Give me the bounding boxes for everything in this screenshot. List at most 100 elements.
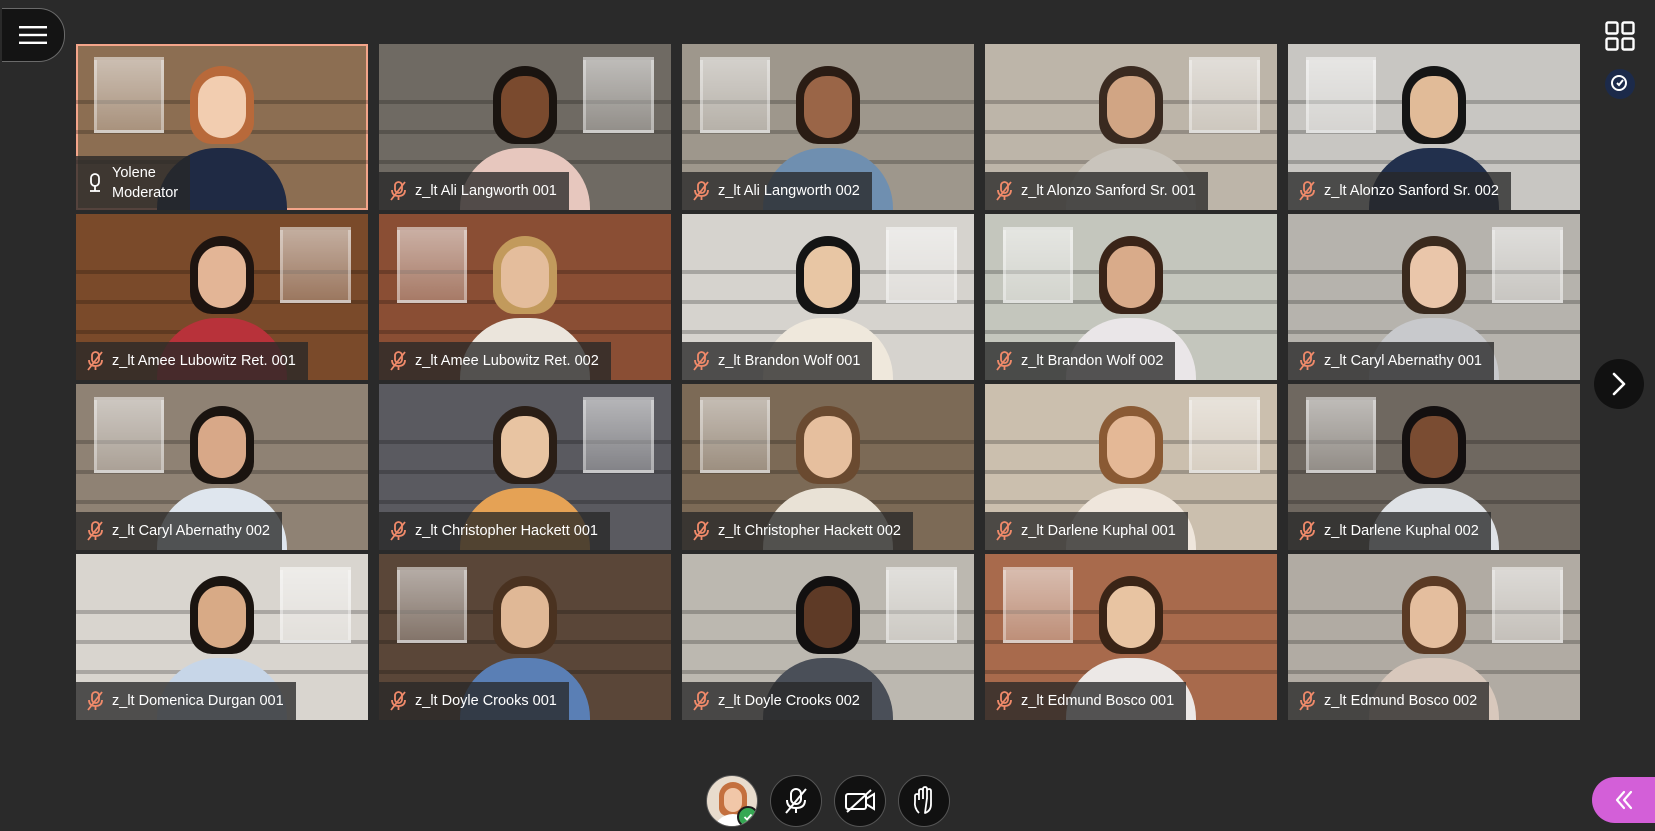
participant-name: z_lt Christopher Hackett 001 (415, 523, 598, 539)
mic-muted-icon (693, 691, 709, 711)
participant-tile[interactable]: z_lt Amee Lubowitz Ret. 002 (379, 214, 671, 380)
participant-nameplate: z_lt Christopher Hackett 001 (379, 512, 610, 550)
participant-name: z_lt Darlene Kuphal 002 (1324, 523, 1479, 539)
participant-name: z_lt Darlene Kuphal 001 (1021, 523, 1176, 539)
participant-nameplate: z_lt Brandon Wolf 001 (682, 342, 873, 380)
participant-name: z_lt Domenica Durgan 001 (112, 693, 284, 709)
participant-tile[interactable]: z_lt Brandon Wolf 001 (682, 214, 974, 380)
mic-muted-icon (996, 351, 1012, 371)
participant-tile[interactable]: z_lt Ali Langworth 002 (682, 44, 974, 210)
participant-nameplate: z_lt Christopher Hackett 002 (682, 512, 913, 550)
participant-name: z_lt Christopher Hackett 002 (718, 523, 901, 539)
mic-muted-icon (87, 691, 103, 711)
participant-nameplate: z_lt Ali Langworth 002 (682, 172, 872, 210)
participant-name: z_lt Ali Langworth 001 (415, 183, 557, 199)
mic-muted-icon (390, 691, 406, 711)
mic-muted-icon (87, 521, 103, 541)
participant-name: z_lt Brandon Wolf 002 (1021, 353, 1164, 369)
chevron-right-icon (1612, 372, 1626, 396)
participant-nameplate: z_lt Alonzo Sanford Sr. 001 (985, 172, 1208, 210)
participant-tile[interactable]: z_lt Alonzo Sanford Sr. 002 (1288, 44, 1580, 210)
participant-nameplate: Yolene Moderator (76, 156, 191, 210)
mic-muted-icon (996, 181, 1012, 201)
participant-name: z_lt Doyle Crooks 002 (718, 693, 860, 709)
mic-muted-icon (785, 788, 807, 814)
notification-icon (1605, 69, 1635, 99)
mic-muted-icon (1299, 691, 1315, 711)
grid-view-icon (1605, 21, 1635, 51)
participant-tile[interactable]: z_lt Edmund Bosco 002 (1288, 554, 1580, 720)
check-icon (737, 806, 757, 826)
participant-tile[interactable]: z_lt Ali Langworth 001 (379, 44, 671, 210)
participant-name: z_lt Edmund Bosco 001 (1021, 693, 1175, 709)
participant-tile[interactable]: z_lt Christopher Hackett 002 (682, 384, 974, 550)
participant-nameplate: z_lt Darlene Kuphal 001 (985, 512, 1188, 550)
mic-muted-icon (996, 521, 1012, 541)
raise-hand-button[interactable] (898, 775, 950, 827)
participant-name: z_lt Doyle Crooks 001 (415, 693, 557, 709)
participant-nameplate: z_lt Darlene Kuphal 002 (1288, 512, 1491, 550)
participant-nameplate: z_lt Alonzo Sanford Sr. 002 (1288, 172, 1511, 210)
participant-tile[interactable]: z_lt Edmund Bosco 001 (985, 554, 1277, 720)
participant-nameplate: z_lt Edmund Bosco 002 (1288, 682, 1490, 720)
participant-name: z_lt Alonzo Sanford Sr. 002 (1324, 183, 1499, 199)
participant-name: z_lt Alonzo Sanford Sr. 001 (1021, 183, 1196, 199)
mic-muted-icon (693, 181, 709, 201)
participant-nameplate: z_lt Doyle Crooks 002 (682, 682, 872, 720)
participant-tile[interactable]: z_lt Caryl Abernathy 002 (76, 384, 368, 550)
my-status-button[interactable] (706, 775, 758, 827)
participant-tile[interactable]: z_lt Alonzo Sanford Sr. 001 (985, 44, 1277, 210)
participant-nameplate: z_lt Brandon Wolf 002 (985, 342, 1176, 380)
next-page-button[interactable] (1594, 359, 1644, 409)
main-menu-button[interactable] (2, 8, 65, 62)
participant-role: Moderator (112, 185, 179, 201)
microphone-button[interactable] (770, 775, 822, 827)
participant-name: Yolene (112, 165, 156, 181)
camera-button[interactable] (834, 775, 886, 827)
participant-nameplate: z_lt Domenica Durgan 001 (76, 682, 296, 720)
participant-name: z_lt Ali Langworth 002 (718, 183, 860, 199)
participant-nameplate: z_lt Caryl Abernathy 002 (76, 512, 282, 550)
participant-tile[interactable]: z_lt Doyle Crooks 001 (379, 554, 671, 720)
double-chevron-left-icon (1615, 790, 1632, 810)
participant-tile[interactable]: z_lt Christopher Hackett 001 (379, 384, 671, 550)
participant-tile[interactable]: Yolene Moderator (76, 44, 368, 210)
hamburger-icon (19, 26, 47, 44)
mic-muted-icon (693, 521, 709, 541)
participant-tile[interactable]: z_lt Domenica Durgan 001 (76, 554, 368, 720)
participant-tile[interactable]: z_lt Darlene Kuphal 002 (1288, 384, 1580, 550)
mic-muted-icon (1299, 521, 1315, 541)
participant-name: z_lt Edmund Bosco 002 (1324, 693, 1478, 709)
participant-nameplate: z_lt Ali Langworth 001 (379, 172, 569, 210)
mic-muted-icon (390, 181, 406, 201)
participant-name: z_lt Brandon Wolf 001 (718, 353, 861, 369)
mic-muted-icon (1299, 181, 1315, 201)
grid-view-button[interactable] (1598, 14, 1642, 58)
video-grid: Yolene Moderator z_lt Ali Langworth 001 z_l… (76, 44, 1580, 720)
mic-muted-icon (996, 691, 1012, 711)
mic-muted-icon (390, 521, 406, 541)
participant-tile[interactable]: z_lt Caryl Abernathy 001 (1288, 214, 1580, 380)
open-collaborate-panel-button[interactable] (1592, 777, 1655, 823)
participant-tile[interactable]: z_lt Doyle Crooks 002 (682, 554, 974, 720)
participant-nameplate: z_lt Edmund Bosco 001 (985, 682, 1187, 720)
participant-name: z_lt Caryl Abernathy 001 (1324, 353, 1482, 369)
participant-tile[interactable]: z_lt Amee Lubowitz Ret. 001 (76, 214, 368, 380)
participant-nameplate: z_lt Doyle Crooks 001 (379, 682, 569, 720)
participant-nameplate: z_lt Caryl Abernathy 001 (1288, 342, 1494, 380)
notifications-button[interactable] (1598, 62, 1642, 106)
participant-name: z_lt Caryl Abernathy 002 (112, 523, 270, 539)
mic-muted-icon (1299, 351, 1315, 371)
mic-muted-icon (390, 351, 406, 371)
participant-tile[interactable]: z_lt Brandon Wolf 002 (985, 214, 1277, 380)
mic-muted-icon (693, 351, 709, 371)
participant-nameplate: z_lt Amee Lubowitz Ret. 002 (379, 342, 611, 380)
participant-name: z_lt Amee Lubowitz Ret. 001 (112, 353, 296, 369)
participant-tile[interactable]: z_lt Darlene Kuphal 001 (985, 384, 1277, 550)
raise-hand-icon (913, 786, 932, 814)
mic-muted-icon (87, 351, 103, 371)
participant-nameplate: z_lt Amee Lubowitz Ret. 001 (76, 342, 308, 380)
mic-on-icon (90, 173, 100, 192)
session-controls (706, 775, 950, 827)
participant-name: z_lt Amee Lubowitz Ret. 002 (415, 353, 599, 369)
